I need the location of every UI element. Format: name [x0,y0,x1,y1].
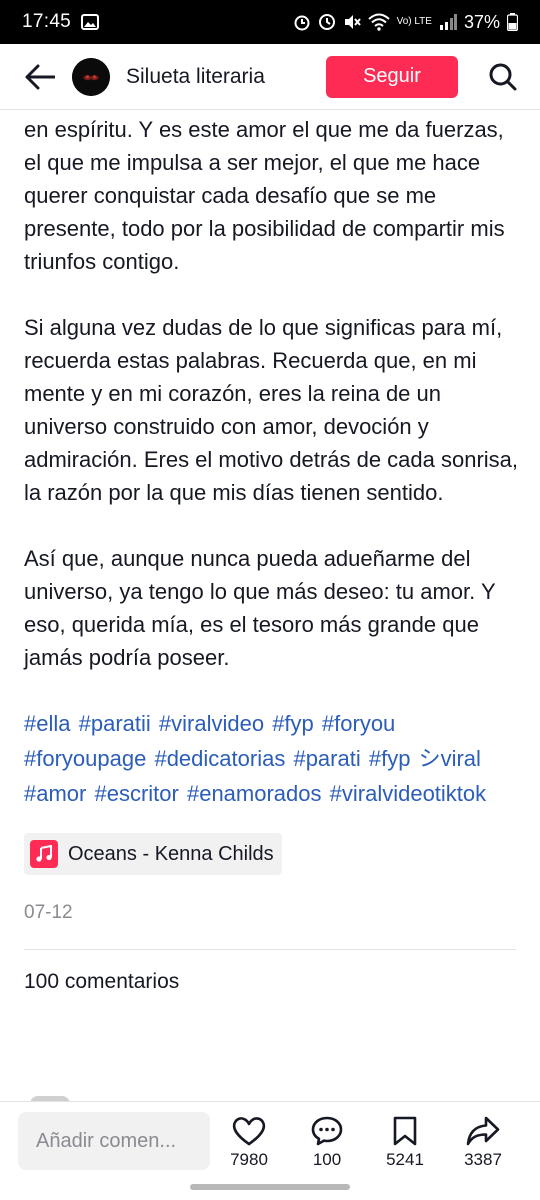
comment-button[interactable]: 100 [297,1116,357,1170]
hashtag[interactable]: #ella [24,711,70,736]
home-indicator[interactable] [190,1184,350,1190]
hashtag[interactable]: シviral [419,746,481,771]
hashtag[interactable]: #enamorados [187,781,322,806]
hashtag-list: #ella #paratii #viralvideo #fyp #foryou … [24,706,520,811]
post-paragraph: Así que, aunque nunca pueda adueñarme de… [24,546,496,670]
post-content: en espíritu. Y es este amor el que me da… [24,110,520,994]
share-button[interactable]: 3387 [453,1116,513,1170]
back-arrow-icon [25,64,55,89]
author-name[interactable]: Silueta literaria [126,65,326,89]
hashtag[interactable]: #fyp [272,711,314,736]
hashtag[interactable]: #amor [24,781,86,806]
gallery-notification-icon [81,14,100,30]
wifi-icon [367,13,390,31]
network-label: Vo) LTE [396,16,432,27]
back-button[interactable] [22,59,58,95]
share-arrow-icon [466,1116,500,1146]
hashtag[interactable]: #viralvideotiktok [330,781,487,806]
post-date: 07-12 [24,902,73,923]
save-button[interactable]: 5241 [375,1116,435,1170]
battery-icon [507,13,518,31]
hashtag[interactable]: #foryoupage [24,746,146,771]
hashtag[interactable]: #escritor [94,781,178,806]
clock-icon [318,13,336,31]
volte-icon: Vo) LTE [397,17,432,27]
music-chip[interactable]: Oceans - Kenna Childs [24,833,282,875]
save-count: 5241 [386,1150,424,1169]
signal-icon [439,14,457,30]
comments-heading: 100 comentarios [24,970,180,993]
hashtag[interactable]: #foryou [322,711,395,736]
music-note-icon [30,840,58,868]
post-paragraph: en espíritu. Y es este amor el que me da… [24,117,505,274]
post-paragraph: Si alguna vez dudas de lo que significas… [24,315,519,505]
search-button[interactable] [486,60,520,94]
share-count: 3387 [464,1150,502,1169]
comment-placeholder: Añadir comen... [36,1129,177,1152]
hashtag[interactable]: #parati [293,746,360,771]
comment-input[interactable]: Añadir comen... [18,1112,210,1170]
search-icon [489,63,517,90]
like-count: 7980 [230,1150,268,1169]
mute-icon [343,13,361,31]
hashtag[interactable]: #fyp [369,746,411,771]
post-header: Silueta literaria Seguir [0,44,540,110]
status-time: 17:45 [22,11,72,32]
battery-percent: 37% [463,11,500,32]
like-button[interactable]: 7980 [219,1116,279,1170]
bookmark-icon [393,1116,417,1146]
alarm-icon [293,13,311,31]
comment-count: 100 [312,1150,342,1169]
hashtag[interactable]: #dedicatorias [154,746,285,771]
follow-button[interactable]: Seguir [326,55,458,98]
author-avatar[interactable] [72,57,110,96]
hashtag[interactable]: #paratii [79,711,151,736]
divider [24,949,516,950]
comment-bubble-icon [311,1116,343,1146]
heart-icon [232,1117,266,1146]
music-title: Oceans - Kenna Childs [68,842,274,865]
hashtag[interactable]: #viralvideo [159,711,264,736]
status-bar: 17:45 Vo) LTE 37% [0,0,540,44]
